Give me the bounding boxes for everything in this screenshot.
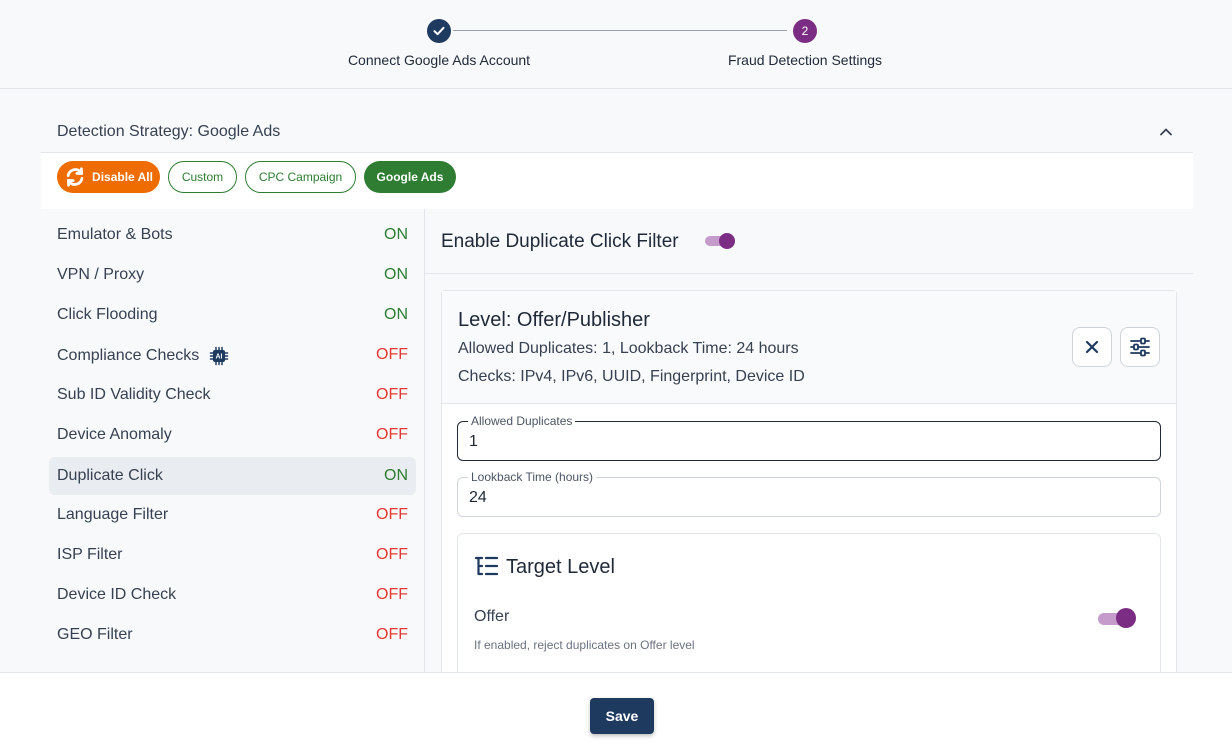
rule-item-language-filter[interactable]: Language Filter OFF [49,496,416,534]
close-icon [1085,340,1099,354]
rule-item-click-flooding[interactable]: Click Flooding ON [49,296,416,334]
rule-item-device-anomaly[interactable]: Device Anomaly OFF [49,416,416,454]
rule-name: Sub ID Validity Check [57,386,211,403]
rule-status: OFF [376,506,408,523]
rule-item-sub-id-validity[interactable]: Sub ID Validity Check OFF [49,376,416,414]
rule-status: OFF [376,586,408,603]
rule-name: Device ID Check [57,586,177,603]
rule-name: VPN / Proxy [57,266,145,283]
rule-item-duplicate-click[interactable]: Duplicate Click ON [49,457,416,495]
ai-chip-icon: AI [210,346,229,366]
stepper: 2 Connect Google Ads Account Fraud Detec… [0,0,1232,89]
rule-name: Compliance Checks [57,347,200,364]
toggle-knob [1116,608,1136,628]
rule-status: ON [384,266,408,283]
offer-label: Offer [474,608,510,625]
target-level-title: Target Level [506,556,615,578]
strategy-title: Detection Strategy: Google Ads [57,123,281,140]
rule-status: OFF [376,346,408,363]
disable-all-button[interactable]: Disable All [57,161,160,193]
level-summary: Allowed Duplicates: 1, Lookback Time: 24… [458,340,799,357]
level-card-header: Level: Offer/Publisher Allowed Duplicate… [442,291,1176,404]
rule-item-isp-filter[interactable]: ISP Filter OFF [49,536,416,574]
hierarchy-list-icon [474,556,498,576]
enable-filter-toggle[interactable] [705,231,735,251]
rule-status: ON [384,226,408,243]
rules-sidebar: Emulator & Bots ON VPN / Proxy ON Click … [41,209,424,672]
panel-title: Enable Duplicate Click Filter [441,231,679,252]
save-button[interactable]: Save [590,698,654,734]
panel-divider [425,273,1193,274]
lookback-time-field[interactable]: Lookback Time (hours) 24 [457,470,1161,517]
level-title: Level: Offer/Publisher [458,309,650,331]
chevron-up-icon[interactable] [1159,125,1173,139]
lookback-time-label: Lookback Time (hours) [468,470,597,484]
offer-level-toggle[interactable] [1098,607,1136,629]
disable-all-label: Disable All [92,170,153,184]
main-content: Detection Strategy: Google Ads Disable A… [0,89,1232,672]
step-1-label[interactable]: Connect Google Ads Account [348,52,530,68]
close-level-button[interactable] [1072,327,1112,367]
rule-status: OFF [376,546,408,563]
check-icon [433,26,445,36]
rule-item-device-id-check[interactable]: Device ID Check OFF [49,576,416,614]
cpc-campaign-preset-button[interactable]: CPC Campaign [245,161,356,193]
step-2-number: 2 [793,19,817,43]
allowed-duplicates-label: Allowed Duplicates [468,414,576,428]
lookback-time-value: 24 [469,489,487,506]
step-1-completed-indicator [427,19,451,43]
rule-status: ON [384,467,408,484]
rule-name: Language Filter [57,506,169,523]
stepper-connector [453,30,787,31]
rule-status: OFF [376,386,408,403]
allowed-duplicates-field[interactable]: Allowed Duplicates 1 [457,414,1161,461]
rule-name: Emulator & Bots [57,226,173,243]
custom-preset-button[interactable]: Custom [168,161,237,193]
rule-item-geo-filter[interactable]: GEO Filter OFF [49,616,416,654]
footer: Save [0,672,1232,748]
rule-status: OFF [376,626,408,643]
strategy-preset-bar: Disable All Custom CPC Campaign Google A… [41,153,1193,209]
rule-status: OFF [376,426,408,443]
rule-status: ON [384,306,408,323]
tune-settings-button[interactable] [1120,327,1160,367]
rule-item-emulator-bots[interactable]: Emulator & Bots ON [49,216,416,254]
rule-item-vpn-proxy[interactable]: VPN / Proxy ON [49,256,416,294]
rule-name: Click Flooding [57,306,158,323]
level-card: Level: Offer/Publisher Allowed Duplicate… [441,290,1177,672]
toggle-knob [719,233,735,249]
rule-name-with-badge: Compliance Checks AI [57,346,229,366]
duplicate-click-panel: Enable Duplicate Click Filter Level: Off… [425,209,1193,672]
rule-name: ISP Filter [57,546,123,563]
allowed-duplicates-value: 1 [469,433,478,450]
sliders-icon [1130,337,1150,357]
target-level-card: Target Level Offer If enabled, reject du… [457,533,1161,672]
offer-help-text: If enabled, reject duplicates on Offer l… [474,638,695,652]
google-ads-preset-button[interactable]: Google Ads [364,161,456,193]
strategy-accordion-header[interactable]: Detection Strategy: Google Ads [41,109,1193,153]
svg-text:AI: AI [216,354,223,361]
rule-name: Device Anomaly [57,426,172,443]
rule-item-compliance-checks[interactable]: Compliance Checks AI OFF [49,336,416,374]
rule-name: GEO Filter [57,626,133,643]
level-checks: Checks: IPv4, IPv6, UUID, Fingerprint, D… [458,368,805,385]
rule-name: Duplicate Click [57,467,163,484]
refresh-icon [66,167,84,187]
step-2-label[interactable]: Fraud Detection Settings [728,52,882,68]
